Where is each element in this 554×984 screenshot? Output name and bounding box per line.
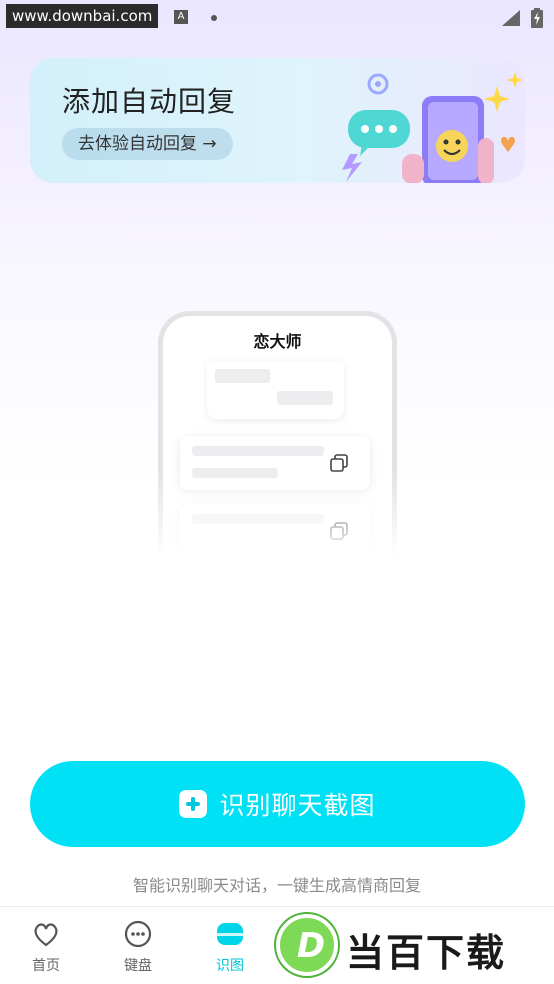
nav-item-scan[interactable]: 识图 [198, 919, 262, 975]
site-watermark: www.downbai.com [6, 4, 159, 28]
heart-icon [34, 923, 58, 947]
nav-label-keyboard: 键盘 [124, 958, 152, 974]
nav-item-home[interactable]: 首页 [14, 919, 78, 975]
placeholder-line [192, 446, 324, 456]
status-bar: www.downbai.com A [0, 0, 554, 34]
primary-button-label: 识别聊天截图 [219, 791, 376, 820]
scan-image-icon [217, 923, 243, 945]
banner-title: 添加自动回复 [62, 85, 237, 118]
try-auto-reply-button[interactable]: 去体验自动回复 → [62, 128, 233, 160]
nav-label-home: 首页 [32, 958, 60, 974]
illustration-fade [150, 470, 405, 580]
nav-item-keyboard[interactable]: 键盘 [106, 919, 170, 975]
hint-text: 智能识别聊天对话，一键生成高情商回复 [132, 876, 421, 895]
plus-icon [179, 790, 208, 818]
notification-a-icon: A [174, 10, 188, 24]
nav-label-scan: 识图 [216, 958, 244, 974]
chat-message-card [207, 361, 344, 419]
recognize-chat-screenshot-button[interactable]: 识别聊天截图 [30, 761, 525, 847]
battery-icon [531, 8, 543, 28]
auto-reply-banner[interactable]: 添加自动回复 去体验自动回复 → [30, 58, 525, 183]
notification-dot-icon [211, 15, 217, 21]
download-watermark: D 当百下载 [272, 912, 554, 984]
watermark-logo-icon: D [276, 914, 338, 976]
placeholder-line [215, 369, 270, 383]
watermark-text: 当百下载 [346, 931, 507, 975]
signal-icon [502, 10, 520, 26]
phone-emoji-illustration-icon [342, 72, 523, 183]
phone-preview-title: 恋大师 [253, 332, 302, 351]
placeholder-line [277, 391, 333, 405]
keyboard-face-icon [124, 920, 152, 948]
